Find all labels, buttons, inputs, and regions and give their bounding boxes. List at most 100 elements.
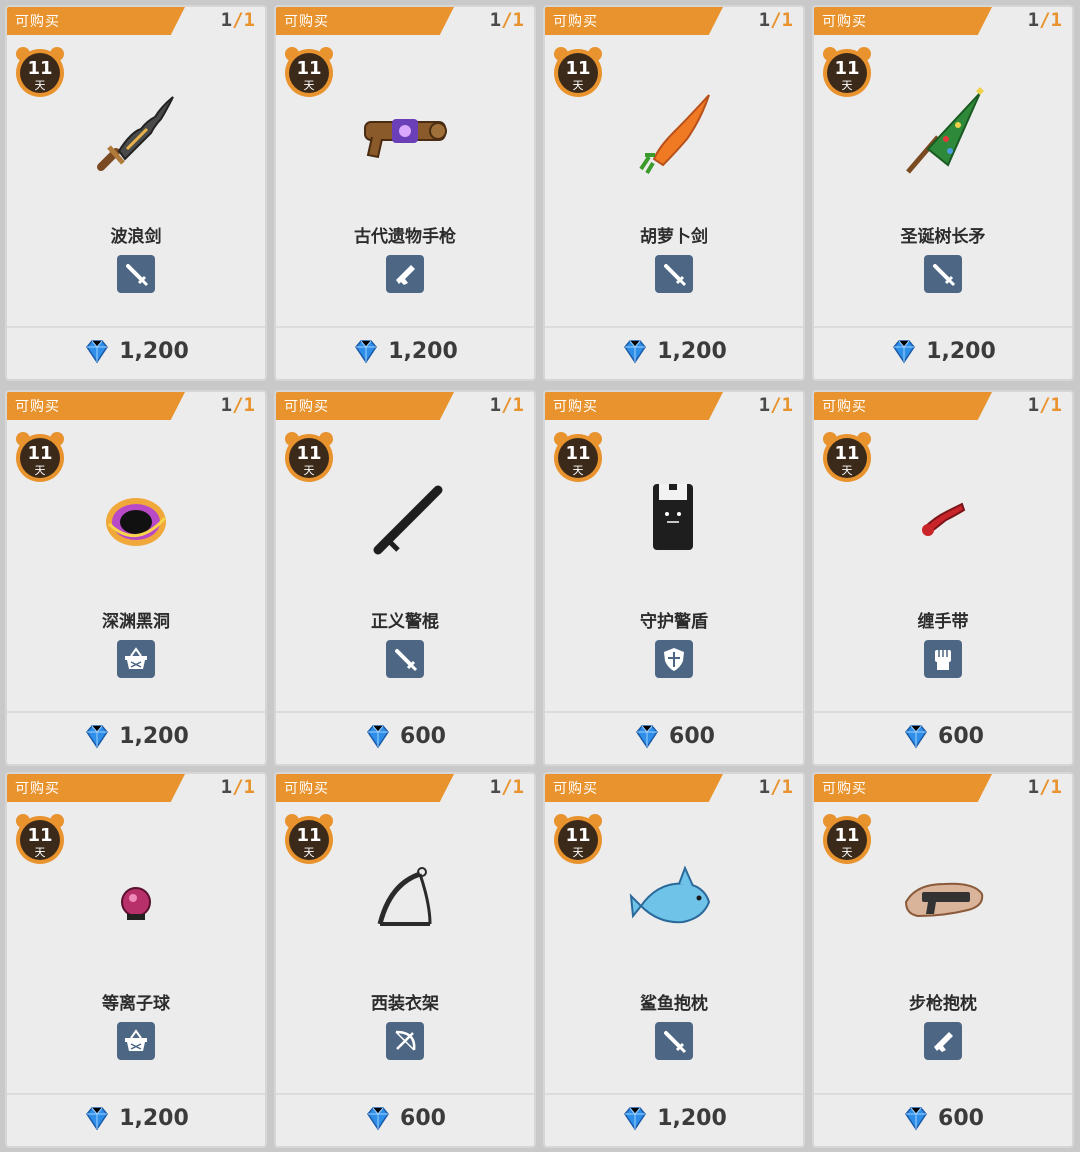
availability-label: 可购买 <box>822 781 867 797</box>
sword-icon <box>117 255 155 293</box>
item-name: 西装衣架 <box>371 994 439 1014</box>
availability-label: 可购买 <box>15 781 60 797</box>
availability-banner: 可购买 <box>7 774 185 802</box>
shop-item-card[interactable]: 可购买 1/1 11 天圣诞树长矛 1,200 <box>812 5 1074 381</box>
availability-banner: 可购买 <box>814 7 992 35</box>
divider <box>276 326 534 328</box>
hanger-icon <box>377 867 432 926</box>
price-value: 600 <box>669 723 715 749</box>
purchase-max: 1 <box>781 776 793 798</box>
riot-shield-icon <box>653 484 693 550</box>
availability-label: 可购买 <box>553 399 598 415</box>
purchase-limit: 1/1 <box>221 776 255 798</box>
gun-icon <box>386 255 424 293</box>
price-button[interactable]: 600 <box>814 722 1072 750</box>
divider <box>814 326 1072 328</box>
timer-unit: 天 <box>35 464 46 477</box>
shop-item-card[interactable]: 可购买 1/1 11 天古代遗物手枪 1,200 <box>274 5 536 381</box>
purchase-limit: 1/1 <box>759 394 793 416</box>
shop-item-card[interactable]: 可购买 1/1 11 天胡萝卜剑 1,200 <box>543 5 805 381</box>
alarm-clock-icon: 11天 <box>16 47 64 97</box>
shark-pillow-icon <box>629 865 711 924</box>
timer-days: 11 <box>565 825 590 846</box>
price-button[interactable]: 1,200 <box>545 337 803 365</box>
purchase-limit: 1/1 <box>759 776 793 798</box>
purchase-max: 1 <box>243 394 255 416</box>
sword-icon <box>655 255 693 293</box>
shop-item-card[interactable]: 可购买 1/1 11 天正义警棍 600 <box>274 390 536 766</box>
timer-days: 11 <box>834 825 859 846</box>
alarm-clock-icon: 11天 <box>823 47 871 97</box>
timer-unit: 天 <box>35 79 46 92</box>
price-value: 1,200 <box>926 338 996 364</box>
diamond-icon <box>367 1107 389 1131</box>
timer-unit: 天 <box>573 464 584 477</box>
shop-item-card[interactable]: 可购买 1/1 11 天鲨鱼抱枕 1,200 <box>543 772 805 1148</box>
purchase-limit: 1/1 <box>221 394 255 416</box>
availability-label: 可购买 <box>553 14 598 30</box>
purchase-limit: 1/1 <box>759 9 793 31</box>
timer-days: 11 <box>27 443 52 464</box>
price-value: 600 <box>938 1105 984 1131</box>
price-button[interactable]: 1,200 <box>814 337 1072 365</box>
fist-icon <box>924 640 962 678</box>
alarm-clock-icon: 11天 <box>823 814 871 864</box>
shop-item-card[interactable]: 可购买 1/1 11 天西装衣架 600 <box>274 772 536 1148</box>
item-name: 古代遗物手枪 <box>354 227 456 247</box>
basket-icon <box>117 640 155 678</box>
timer-days: 11 <box>834 58 859 79</box>
shop-item-card[interactable]: 可购买 1/1 11 天等离子球 1,200 <box>5 772 267 1148</box>
availability-banner: 可购买 <box>814 392 992 420</box>
purchase-max: 1 <box>1050 776 1062 798</box>
availability-label: 可购买 <box>822 399 867 415</box>
purchase-count: 1 <box>220 776 233 798</box>
diamond-icon <box>624 1107 647 1131</box>
item-name: 波浪剑 <box>110 227 162 247</box>
timer-days: 11 <box>27 825 52 846</box>
divider <box>814 711 1072 713</box>
availability-banner: 可购买 <box>814 774 992 802</box>
alarm-clock-icon: 11天 <box>16 432 64 482</box>
price-button[interactable]: 1,200 <box>276 337 534 365</box>
shop-item-card[interactable]: 可购买 1/1 11 天缠手带 600 <box>812 390 1074 766</box>
baton-icon <box>373 485 443 555</box>
sword-icon <box>655 1022 693 1060</box>
purchase-count: 1 <box>758 9 771 31</box>
shop-item-card[interactable]: 可购买 1/1 11 天守护警盾 600 <box>543 390 805 766</box>
item-name: 深渊黑洞 <box>102 612 170 632</box>
divider <box>7 711 265 713</box>
diamond-icon <box>355 340 378 364</box>
carrot-sword-icon <box>639 94 710 175</box>
shop-item-card[interactable]: 可购买 1/1 11 天波浪剑 1,200 <box>5 5 267 381</box>
price-button[interactable]: 1,200 <box>545 1104 803 1132</box>
price-button[interactable]: 600 <box>814 1104 1072 1132</box>
price-value: 600 <box>400 723 446 749</box>
divider <box>7 1093 265 1095</box>
price-button[interactable]: 1,200 <box>7 1104 265 1132</box>
shop-item-card[interactable]: 可购买 1/1 11 天步枪抱枕 600 <box>812 772 1074 1148</box>
shop-item-card[interactable]: 可购买 1/1 11 天深渊黑洞 1,200 <box>5 390 267 766</box>
price-button[interactable]: 600 <box>276 1104 534 1132</box>
availability-banner: 可购买 <box>7 392 185 420</box>
purchase-limit: 1/1 <box>221 9 255 31</box>
timer-unit: 天 <box>842 846 853 859</box>
purchase-max: 1 <box>512 394 524 416</box>
timer-unit: 天 <box>304 464 315 477</box>
price-button[interactable]: 1,200 <box>7 337 265 365</box>
availability-banner: 可购买 <box>545 774 723 802</box>
shop-grid: 可购买 1/1 11 天波浪剑 1,200 可购买 1/1 11 天古代遗物手枪 1,200 可购买… <box>0 0 1080 1152</box>
item-name: 缠手带 <box>917 612 969 632</box>
price-button[interactable]: 600 <box>545 722 803 750</box>
purchase-limit: 1/1 <box>1028 776 1062 798</box>
diamond-icon <box>893 340 916 364</box>
purchase-max: 1 <box>1050 9 1062 31</box>
timer-unit: 天 <box>35 846 46 859</box>
price-button[interactable]: 600 <box>276 722 534 750</box>
timer-unit: 天 <box>304 79 315 92</box>
availability-label: 可购买 <box>822 14 867 30</box>
divider <box>276 711 534 713</box>
price-button[interactable]: 1,200 <box>7 722 265 750</box>
timer-days: 11 <box>296 443 321 464</box>
gun-icon <box>924 1022 962 1060</box>
timer-days: 11 <box>27 58 52 79</box>
